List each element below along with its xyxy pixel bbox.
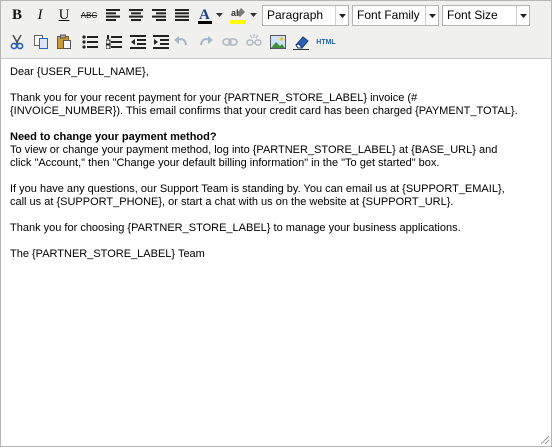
unlink-icon — [246, 34, 262, 46]
redo-icon — [200, 36, 213, 46]
chevron-down-icon — [428, 13, 436, 18]
section-heading: Need to change your payment method? — [10, 131, 217, 143]
copy-button[interactable] — [31, 32, 51, 52]
chevron-down-icon — [249, 13, 257, 17]
chevron-down-icon — [338, 13, 346, 18]
font-size-value: Font Size — [447, 8, 498, 22]
justify-button[interactable] — [172, 5, 192, 25]
font-size-arrow[interactable] — [516, 6, 529, 25]
insert-image-button[interactable] — [268, 32, 288, 52]
copy-icon — [34, 35, 48, 49]
svg-text:A: A — [199, 7, 210, 23]
indent-icon — [153, 35, 169, 49]
highlight-color-button[interactable]: ab — [228, 5, 248, 25]
align-center-button[interactable] — [126, 5, 146, 25]
paragraph-format-value: Paragraph — [267, 8, 324, 22]
link-icon — [222, 38, 238, 46]
signoff-line: The {PARTNER_STORE_LABEL} Team — [10, 248, 205, 260]
rich-text-editor: B I U ABC A ab Paragraph Font Family Fon… — [0, 0, 552, 447]
numbered-list-icon — [106, 35, 122, 49]
italic-button[interactable]: I — [30, 5, 50, 25]
text-color-dropdown[interactable] — [214, 5, 224, 25]
align-right-icon — [152, 9, 166, 21]
paragraph-format-arrow[interactable] — [335, 6, 348, 25]
align-right-button[interactable] — [149, 5, 169, 25]
insert-link-button[interactable] — [220, 32, 240, 52]
align-left-button[interactable] — [103, 5, 123, 25]
resize-grip-icon[interactable] — [540, 435, 550, 445]
font-family-arrow[interactable] — [425, 6, 438, 25]
scissors-icon — [10, 34, 24, 50]
redo-button[interactable] — [196, 32, 216, 52]
paragraph-support: If you have any questions, our Support T… — [10, 183, 505, 208]
editor-toolbar: B I U ABC A ab Paragraph Font Family Fon… — [1, 1, 551, 59]
eraser-icon — [293, 36, 309, 50]
text-color-icon: A — [198, 7, 212, 24]
paragraph-thanks: Thank you for choosing {PARTNER_STORE_LA… — [10, 222, 461, 234]
highlight-icon: ab — [230, 8, 246, 24]
paste-button[interactable] — [54, 32, 74, 52]
undo-button[interactable] — [171, 32, 191, 52]
paste-icon — [57, 34, 71, 49]
align-justify-icon — [175, 9, 189, 21]
editor-content-area[interactable]: Dear {USER_FULL_NAME}, Thank you for you… — [10, 66, 544, 274]
html-source-button[interactable]: HTML — [313, 32, 339, 52]
underline-button[interactable]: U — [54, 5, 74, 25]
undo-icon — [174, 36, 187, 46]
bullet-list-button[interactable] — [80, 32, 100, 52]
paragraph-payment-confirmation: Thank you for your recent payment for yo… — [10, 92, 518, 117]
highlight-color-dropdown[interactable] — [248, 5, 258, 25]
cut-button[interactable] — [7, 32, 27, 52]
paragraph-change-payment: To view or change your payment method, l… — [10, 144, 498, 169]
unlink-button[interactable] — [244, 32, 264, 52]
bullet-list-icon — [82, 35, 98, 49]
numbered-list-button[interactable] — [104, 32, 124, 52]
outdent-icon — [130, 35, 146, 49]
text-color-button[interactable]: A — [197, 5, 213, 25]
indent-button[interactable] — [151, 32, 171, 52]
chevron-down-icon — [215, 13, 223, 17]
font-size-select[interactable]: Font Size — [442, 5, 530, 26]
bold-button[interactable]: B — [7, 5, 27, 25]
strikethrough-button[interactable]: ABC — [78, 5, 100, 25]
font-family-select[interactable]: Font Family — [352, 5, 439, 26]
image-icon — [270, 34, 286, 49]
clear-formatting-button[interactable] — [291, 32, 311, 52]
greeting-line: Dear {USER_FULL_NAME}, — [10, 66, 149, 78]
outdent-button[interactable] — [128, 32, 148, 52]
align-center-icon — [129, 9, 143, 21]
align-left-icon — [106, 9, 120, 21]
font-family-value: Font Family — [357, 8, 420, 22]
paragraph-format-select[interactable]: Paragraph — [262, 5, 349, 26]
chevron-down-icon — [519, 13, 527, 18]
toolbar-row-formatting: B I U ABC A ab Paragraph Font Family Fon… — [1, 1, 551, 29]
toolbar-row-editing: HTML — [1, 29, 551, 57]
